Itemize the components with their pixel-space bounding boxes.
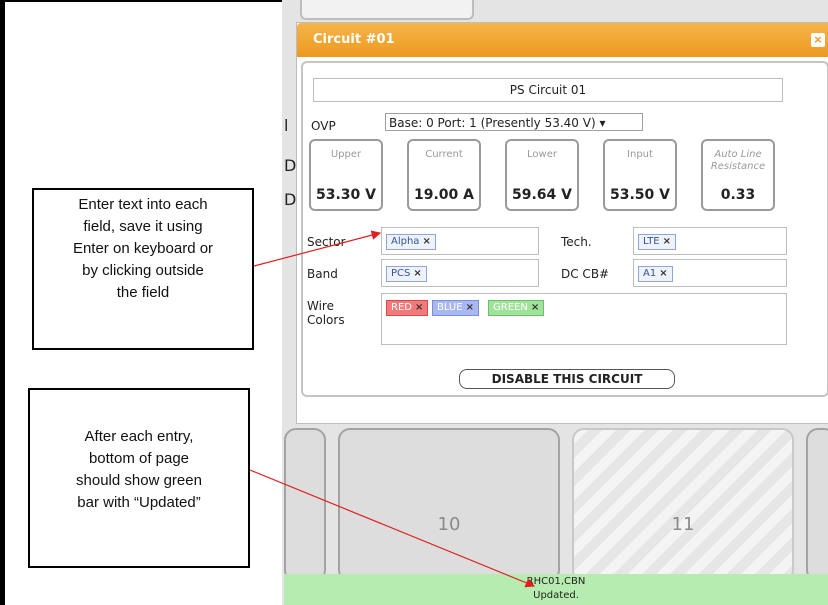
arrow-to-status-bar xyxy=(249,469,536,588)
arrow-to-sector-field xyxy=(253,230,382,267)
annotation-arrows xyxy=(249,230,536,588)
